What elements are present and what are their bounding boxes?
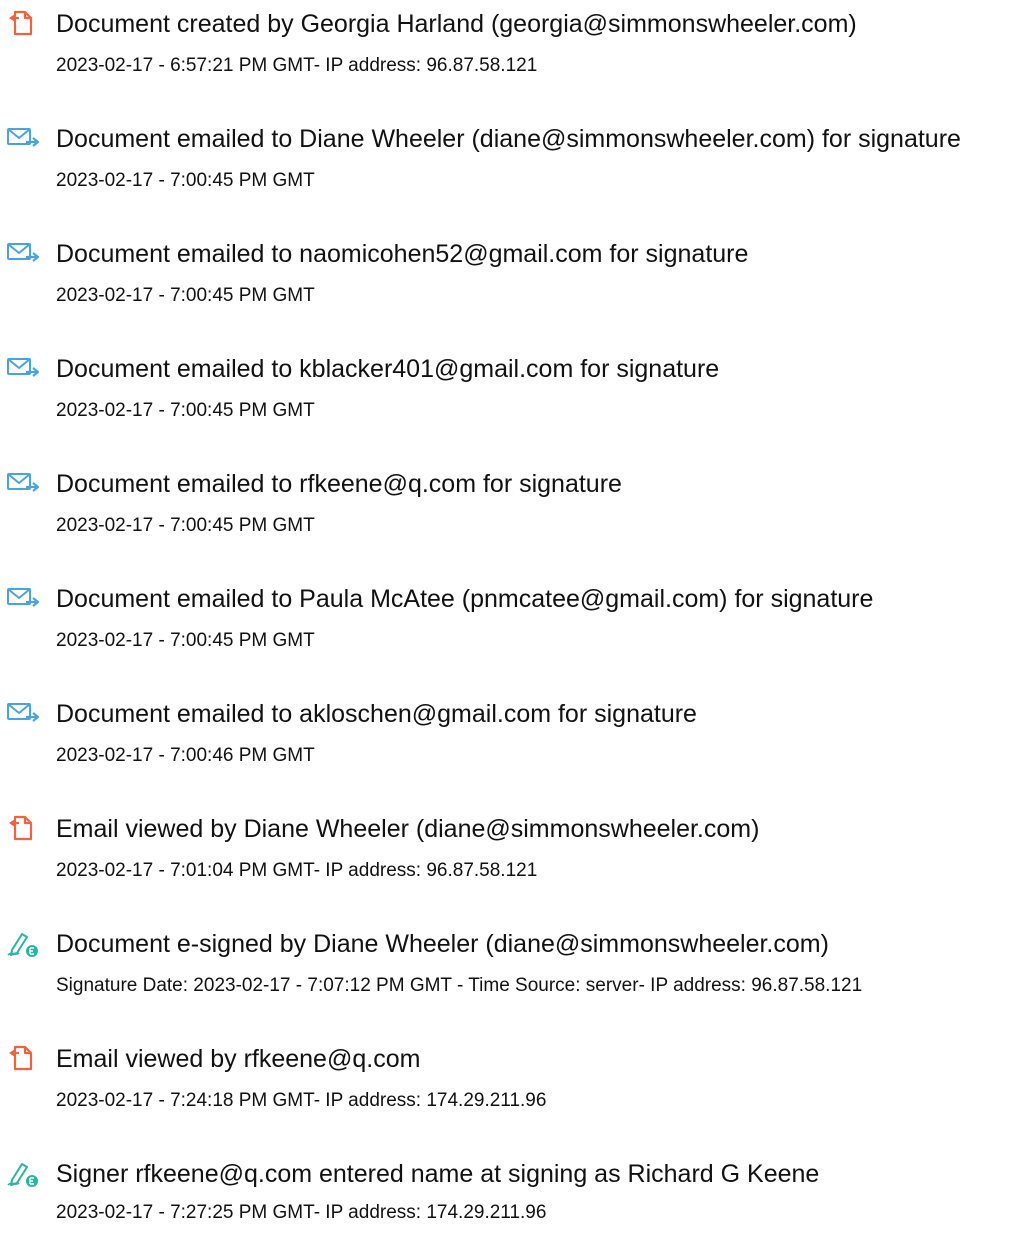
event-detail: 2023-02-17 - 7:01:04 PM GMT- IP address:… <box>56 860 538 881</box>
audit-event-emailed: Document emailed to Diane Wheeler (diane… <box>0 115 1025 215</box>
audit-event-esigned: Document e-signed by Diane Wheeler (dian… <box>0 920 1025 1020</box>
event-detail: 2023-02-17 - 7:00:45 PM GMT <box>56 285 315 306</box>
audit-event-document-created: Document created by Georgia Harland (geo… <box>0 0 1025 100</box>
document-icon <box>6 814 40 842</box>
event-detail: 2023-02-17 - 7:00:45 PM GMT <box>56 630 315 651</box>
audit-event-name-entered: Signer rfkeene@q.com entered name at sig… <box>0 1150 1025 1250</box>
event-title: Document emailed to Diane Wheeler (diane… <box>56 125 961 153</box>
audit-event-emailed: Document emailed to naomicohen52@gmail.c… <box>0 230 1025 330</box>
email-sent-icon <box>6 239 40 267</box>
event-title: Document emailed to kblacker401@gmail.co… <box>56 355 720 383</box>
event-title: Document e-signed by Diane Wheeler (dian… <box>56 930 829 958</box>
audit-trail-list: Document created by Georgia Harland (geo… <box>0 0 1025 1223</box>
audit-event-emailed: Document emailed to Paula McAtee (pnmcat… <box>0 575 1025 675</box>
audit-event-email-viewed: Email viewed by rfkeene@q.com 2023-02-17… <box>0 1035 1025 1135</box>
document-icon <box>6 1044 40 1072</box>
esign-pen-icon <box>6 1159 40 1187</box>
event-title: Document emailed to akloschen@gmail.com … <box>56 700 697 728</box>
audit-event-email-viewed: Email viewed by Diane Wheeler (diane@sim… <box>0 805 1025 905</box>
event-detail: 2023-02-17 - 6:57:21 PM GMT- IP address:… <box>56 55 538 76</box>
event-title: Document created by Georgia Harland (geo… <box>56 10 857 38</box>
audit-event-emailed: Document emailed to rfkeene@q.com for si… <box>0 460 1025 560</box>
email-sent-icon <box>6 469 40 497</box>
event-title: Document emailed to rfkeene@q.com for si… <box>56 470 622 498</box>
event-detail: 2023-02-17 - 7:00:45 PM GMT <box>56 400 315 421</box>
email-sent-icon <box>6 354 40 382</box>
document-icon <box>6 9 40 37</box>
event-detail: 2023-02-17 - 7:00:45 PM GMT <box>56 515 315 536</box>
event-title: Signer rfkeene@q.com entered name at sig… <box>56 1160 820 1188</box>
event-detail: 2023-02-17 - 7:00:45 PM GMT <box>56 170 315 191</box>
event-title: Document emailed to Paula McAtee (pnmcat… <box>56 585 874 613</box>
esign-pen-icon <box>6 929 40 957</box>
event-detail: Signature Date: 2023-02-17 - 7:07:12 PM … <box>56 975 863 996</box>
event-title: Document emailed to naomicohen52@gmail.c… <box>56 240 749 268</box>
email-sent-icon <box>6 124 40 152</box>
event-title: Email viewed by rfkeene@q.com <box>56 1045 421 1073</box>
audit-event-emailed: Document emailed to akloschen@gmail.com … <box>0 690 1025 790</box>
email-sent-icon <box>6 699 40 727</box>
event-title: Email viewed by Diane Wheeler (diane@sim… <box>56 815 760 843</box>
event-detail: 2023-02-17 - 7:24:18 PM GMT- IP address:… <box>56 1090 547 1111</box>
audit-event-emailed: Document emailed to kblacker401@gmail.co… <box>0 345 1025 445</box>
event-detail: 2023-02-17 - 7:00:46 PM GMT <box>56 745 315 766</box>
email-sent-icon <box>6 584 40 612</box>
event-detail: 2023-02-17 - 7:27:25 PM GMT- IP address:… <box>56 1202 547 1223</box>
